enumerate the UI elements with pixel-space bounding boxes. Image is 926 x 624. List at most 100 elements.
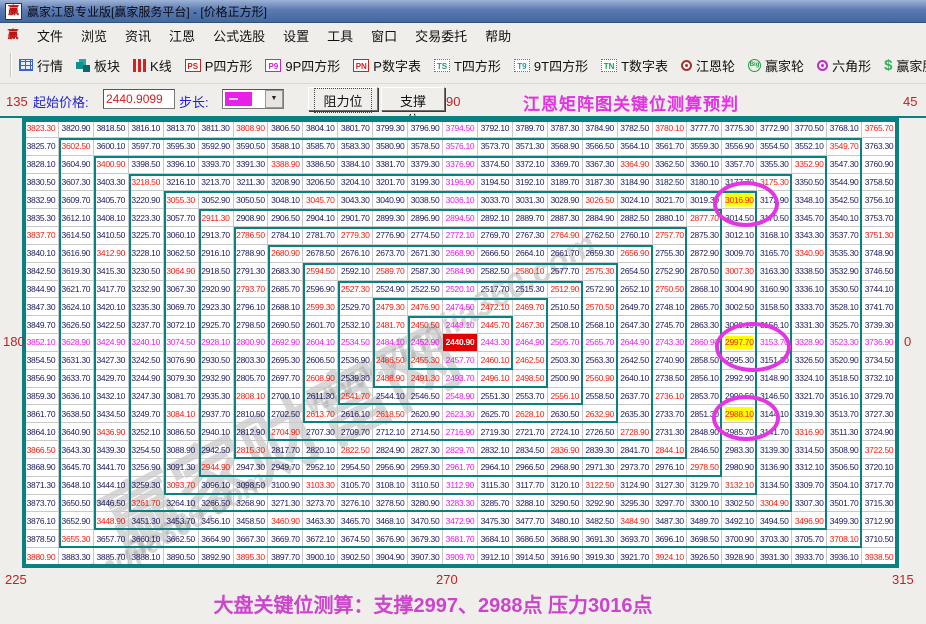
price-cell: 3823.30 (24, 120, 59, 138)
price-cell: 3525.70 (827, 316, 863, 335)
price-cell: 3014.50 (722, 209, 758, 228)
price-cell: 2577.70 (547, 262, 583, 281)
price-cell: 2455.30 (408, 351, 444, 370)
toolbar-item-赢家服务[interactable]: $赢家服务 (884, 56, 926, 75)
price-cell: 3813.70 (163, 120, 199, 138)
price-cell: 2572.90 (582, 280, 618, 299)
price-cell: 2536.90 (338, 351, 374, 370)
menu-item-帮助[interactable]: 帮助 (476, 23, 520, 48)
menu-item-交易委托[interactable]: 交易委托 (406, 23, 476, 48)
menu-item-工具[interactable]: 工具 (318, 23, 362, 48)
resistance-button[interactable]: 阻力位 (308, 87, 378, 113)
price-cell: 2589.70 (373, 262, 409, 281)
price-cell: 3112.90 (443, 476, 478, 495)
toolbar-item-9T四方形[interactable]: T9 9T四方形 (513, 56, 588, 75)
price-cell: 3252.10 (128, 423, 164, 442)
price-cell: 3168.10 (757, 227, 793, 245)
price-cell: 3206.50 (303, 173, 339, 192)
toolbar-item-P四方形[interactable]: PS P四方形 (184, 56, 252, 75)
price-cell: 3100.90 (268, 476, 304, 495)
support-button[interactable]: 支撑位 (381, 87, 445, 128)
price-cell: 3379.30 (408, 155, 444, 174)
toolbar-item-赢家轮[interactable]: Big 赢家轮 (748, 56, 804, 75)
toolbar-item-K线[interactable]: K线 (133, 56, 172, 75)
price-cell: 3405.70 (93, 191, 129, 210)
price-cell: 2654.50 (617, 262, 653, 281)
chevron-down-icon[interactable]: ▼ (265, 90, 283, 108)
toolbar-item-9P四方形[interactable]: P9 9P四方形 (265, 56, 340, 75)
price-cell: 3480.10 (547, 512, 583, 531)
price-cell: 2755.30 (652, 244, 688, 263)
toolbar-item-行情[interactable]: 行情 (19, 56, 63, 75)
menu-item-窗口[interactable]: 窗口 (362, 23, 406, 48)
price-cell: 3657.70 (93, 530, 129, 549)
price-cell: 2947.30 (233, 458, 269, 477)
toolbar-item-T数字表[interactable]: TN T数字表 (601, 56, 668, 75)
price-cell: 3796.90 (408, 120, 444, 138)
toolbar-item-江恩轮[interactable]: 江恩轮 (681, 56, 735, 75)
price-cell: 3508.90 (827, 441, 863, 459)
price-cell: 2918.50 (198, 262, 234, 281)
price-cell: 3110.50 (408, 476, 444, 495)
price-cell: 3888.10 (128, 548, 164, 566)
price-cell: 3919.30 (582, 548, 618, 566)
price-cell: 3832.90 (24, 191, 59, 210)
menu-item-浏览[interactable]: 浏览 (72, 23, 116, 48)
price-cell: 3388.90 (268, 155, 304, 174)
price-cell: 3172.90 (757, 191, 793, 210)
price-cell: 3057.70 (163, 209, 199, 228)
price-cell: 3921.70 (617, 548, 653, 566)
price-cell: 3564.10 (617, 137, 653, 156)
price-cell: 3398.50 (128, 155, 164, 174)
price-cell: 3916.90 (547, 548, 583, 566)
price-cell: 3607.30 (58, 173, 94, 192)
menu-item-公式选股[interactable]: 公式选股 (204, 23, 274, 48)
price-cell: 2894.50 (443, 209, 478, 228)
menu-item-江恩[interactable]: 江恩 (160, 23, 204, 48)
toolbar-item-T四方形[interactable]: TS T四方形 (433, 56, 501, 75)
start-price-input[interactable] (103, 89, 175, 109)
price-cell: 2937.70 (198, 405, 234, 424)
price-cell: 2601.70 (303, 316, 339, 335)
price-cell: 3213.70 (198, 173, 234, 192)
price-cell: 3535.30 (827, 244, 863, 263)
price-cell: 2714.50 (408, 423, 444, 442)
price-cell: 2743.30 (652, 334, 688, 352)
menu-item-资讯[interactable]: 资讯 (116, 23, 160, 48)
step-style-dropdown[interactable]: ▼ (222, 89, 284, 109)
price-cell: 3151.30 (757, 351, 793, 370)
toolbar-item-板块[interactable]: 板块 (76, 56, 120, 75)
price-cell: 3580.90 (373, 137, 409, 156)
price-cell: 3211.30 (233, 173, 269, 192)
price-cell: 2594.50 (303, 262, 339, 281)
price-cell: 3362.50 (652, 155, 688, 174)
price-cell: 2606.50 (303, 351, 339, 370)
price-cell: 3477.70 (512, 512, 548, 531)
price-cell: 3350.50 (792, 173, 828, 192)
price-cell: 3331.30 (792, 316, 828, 335)
price-cell: 2884.90 (582, 209, 618, 228)
angle-label-270: 270 (436, 572, 458, 587)
price-cell: 3064.90 (163, 262, 199, 281)
menu-item-设置[interactable]: 设置 (274, 23, 318, 48)
price-cell: 2464.90 (512, 334, 548, 352)
price-cell: 3710.50 (862, 530, 897, 549)
price-cell: 3504.10 (827, 476, 863, 495)
price-cell: 2632.90 (582, 405, 618, 424)
price-cell: 3892.90 (198, 548, 234, 566)
price-cell: 3403.30 (93, 173, 129, 192)
price-cell: 3386.50 (303, 155, 339, 174)
price-cell: 2913.70 (198, 227, 234, 245)
gann-wheel-icon (681, 59, 693, 71)
price-cell: 3352.90 (792, 155, 828, 174)
price-cell: 3074.50 (163, 334, 199, 352)
price-cell: 3412.90 (93, 244, 129, 263)
toolbar-item-六角形[interactable]: 六角形 (817, 56, 871, 75)
price-cell: 3904.90 (373, 548, 409, 566)
menu-item-文件[interactable]: 文件 (28, 23, 72, 48)
price-cell: 3897.70 (268, 548, 304, 566)
toolbar-item-P数字表[interactable]: PN P数字表 (353, 56, 421, 75)
price-cell: 3340.90 (792, 244, 828, 263)
price-cell: 3244.90 (128, 369, 164, 388)
price-cell: 2839.30 (582, 441, 618, 459)
